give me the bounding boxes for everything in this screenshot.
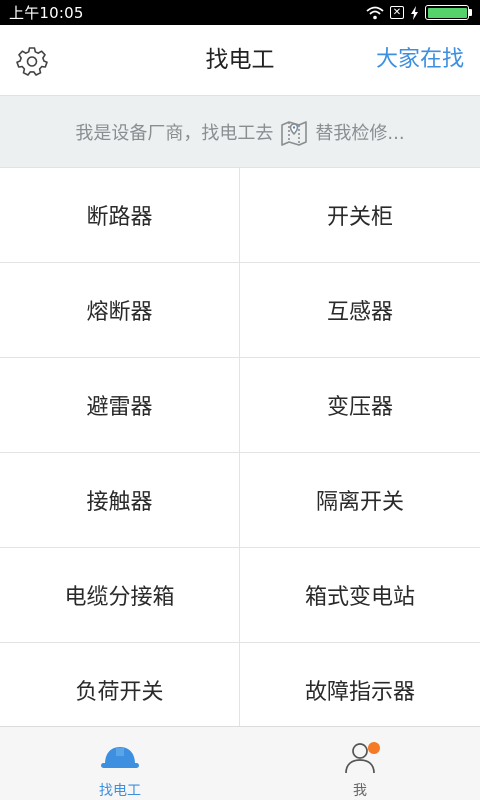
charging-icon [411,5,418,20]
app-header: 找电工 大家在找 [0,25,480,95]
category-item[interactable]: 负荷开关 [0,643,240,726]
category-item[interactable]: 故障指示器 [240,643,480,726]
notification-badge [368,742,380,754]
category-item[interactable]: 箱式变电站 [240,548,480,643]
battery-icon [425,5,472,20]
map-pin-icon [281,120,308,146]
status-icons: ✕ [366,5,472,20]
banner-text-after: 替我检修... [315,122,405,144]
bottom-tab-bar: 找电工 我 [0,726,480,800]
tab-me[interactable]: 我 [240,727,480,800]
category-item[interactable]: 断路器 [0,168,240,263]
category-item[interactable]: 隔离开关 [240,453,480,548]
category-item[interactable]: 避雷器 [0,358,240,453]
category-item[interactable]: 熔断器 [0,263,240,358]
hard-hat-icon [101,746,139,768]
tab-label: 我 [353,783,367,799]
category-item[interactable]: 开关柜 [240,168,480,263]
settings-button[interactable] [15,44,49,78]
tab-label: 找电工 [99,783,141,799]
status-time: 上午10:05 [9,4,84,22]
search-banner[interactable]: 我是设备厂商，找电工去 替我检修... [0,95,480,168]
category-grid: 断路器 开关柜 熔断器 互感器 避雷器 变压器 接触器 隔离开关 电缆分接箱 箱… [0,168,480,726]
banner-text-before: 我是设备厂商，找电工去 [75,122,274,144]
tab-find-electrician[interactable]: 找电工 [0,727,240,800]
everyone-searching-link[interactable]: 大家在找 [376,25,464,95]
status-bar: 上午10:05 ✕ [0,0,480,25]
gear-icon [16,47,48,76]
battery-fill [427,7,467,18]
category-item[interactable]: 接触器 [0,453,240,548]
no-sim-icon: ✕ [390,6,404,19]
category-item[interactable]: 互感器 [240,263,480,358]
wifi-icon [366,6,384,19]
category-item[interactable]: 变压器 [240,358,480,453]
category-item[interactable]: 电缆分接箱 [0,548,240,643]
